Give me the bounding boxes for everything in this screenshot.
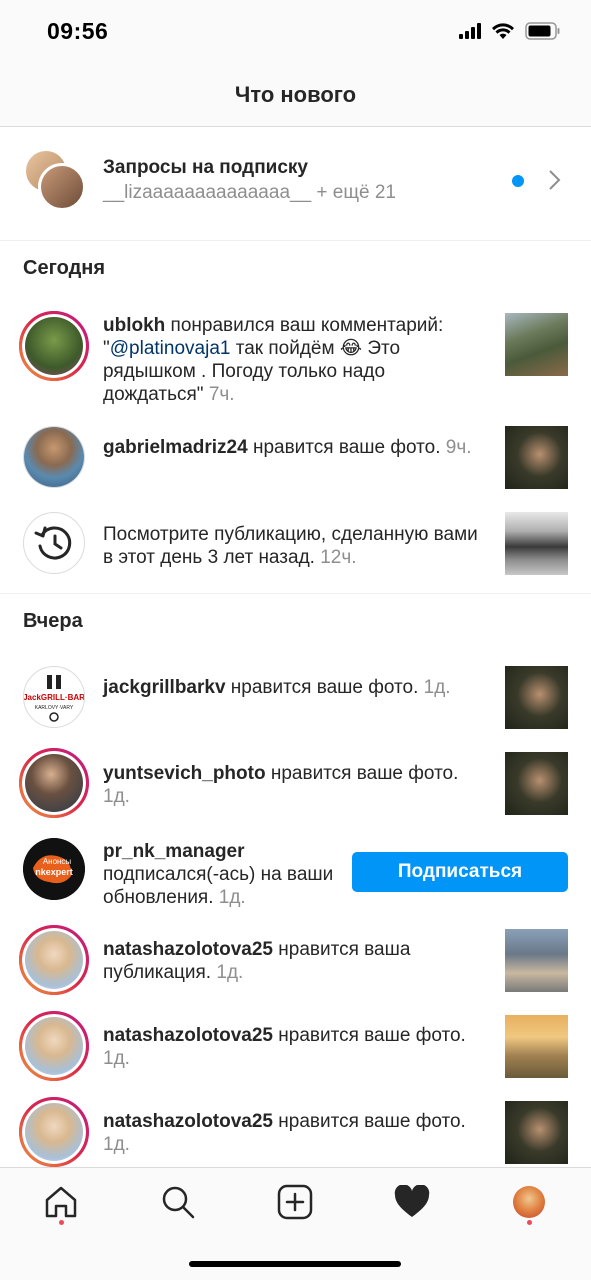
username[interactable]: natashazolotova25 — [103, 1025, 273, 1046]
section-title-today: Сегодня — [23, 257, 106, 279]
tab-new-post[interactable] — [275, 1182, 315, 1222]
unread-dot — [512, 175, 524, 187]
avatar[interactable] — [19, 311, 89, 381]
svg-text:Анонсы: Анонсы — [43, 857, 72, 866]
username[interactable]: ublokh — [103, 315, 165, 336]
follow-button[interactable]: Подписаться — [352, 852, 568, 892]
username[interactable]: natashazolotova25 — [103, 939, 273, 960]
section-title-yesterday: Вчера — [23, 610, 83, 632]
post-thumbnail[interactable] — [505, 929, 568, 992]
notification-text: yuntsevich_photo нравится ваше фото. 1д. — [103, 763, 459, 807]
nav-header: Что нового — [0, 62, 591, 127]
avatar[interactable]: JackGRILL·BAR KARLOVY·VARY — [23, 666, 85, 728]
timestamp: 1д. — [423, 677, 451, 698]
avatar[interactable] — [23, 426, 85, 488]
username[interactable]: jackgrillbarkv — [103, 677, 226, 698]
status-icons — [459, 22, 561, 40]
username[interactable]: natashazolotova25 — [103, 1111, 273, 1132]
follow-requests-subtitle: __lizaaaaaaaaaaaaaa__ + ещё 21 — [103, 182, 396, 203]
notification-text: Посмотрите публикацию, сделанную вами в … — [103, 524, 478, 568]
home-notification-dot — [59, 1220, 64, 1225]
tab-home[interactable] — [41, 1182, 81, 1222]
follow-requests-row[interactable]: Запросы на подписку __lizaaaaaaaaaaaaaa_… — [0, 127, 591, 241]
post-thumbnail[interactable] — [505, 666, 568, 729]
notification-text: natashazolotova25 нравится ваше фото. 1д… — [103, 1025, 466, 1069]
svg-text:nkexpert: nkexpert — [35, 867, 73, 877]
avatar[interactable] — [19, 1011, 89, 1081]
timestamp: 1д. — [103, 786, 130, 807]
jack-grill-logo: JackGRILL·BAR KARLOVY·VARY — [24, 675, 84, 722]
tab-activity[interactable] — [392, 1182, 432, 1222]
avatar[interactable] — [19, 1097, 89, 1167]
home-icon — [45, 1186, 77, 1218]
search-icon — [162, 1186, 195, 1219]
notification-text: gabrielmadriz24 нравится ваше фото. 9ч. — [103, 437, 472, 458]
post-thumbnail[interactable] — [505, 1101, 568, 1164]
notification-text: ublokh понравился ваш комментарий: "@pla… — [103, 315, 444, 405]
post-thumbnail[interactable] — [505, 313, 568, 376]
timestamp: 12ч. — [320, 547, 357, 568]
avatar — [23, 512, 85, 574]
svg-text:JackGRILL·BAR: JackGRILL·BAR — [24, 693, 84, 702]
add-post-icon — [277, 1184, 313, 1220]
timestamp: 9ч. — [445, 437, 472, 458]
post-thumbnail[interactable] — [505, 1015, 568, 1078]
follow-request-avatar-2 — [38, 163, 86, 211]
post-thumbnail[interactable] — [505, 752, 568, 815]
avatar[interactable]: Анонсы nkexpert — [23, 838, 85, 900]
home-indicator — [189, 1261, 401, 1267]
timestamp: 7ч. — [208, 384, 235, 405]
timestamp: 1д. — [216, 962, 244, 983]
tab-search[interactable] — [158, 1182, 198, 1222]
nkexpert-logo: Анонсы nkexpert — [23, 838, 85, 900]
page-title: Что нового — [234, 82, 357, 107]
status-time: 09:56 — [47, 18, 109, 44]
profile-notification-dot — [527, 1220, 532, 1225]
signal-icon — [459, 23, 481, 39]
avatar[interactable] — [19, 748, 89, 818]
divider — [0, 593, 591, 594]
svg-text:KARLOVY·VARY: KARLOVY·VARY — [35, 705, 74, 711]
username[interactable]: yuntsevich_photo — [103, 763, 266, 784]
notification-text: natashazolotova25 нравится ваша публикац… — [103, 939, 411, 983]
avatar[interactable] — [19, 925, 89, 995]
status-bar: 09:56 — [0, 0, 591, 62]
post-thumbnail[interactable] — [505, 426, 568, 489]
notification-text: jackgrillbarkv нравится ваше фото. 1д. — [103, 677, 451, 698]
username[interactable]: pr_nk_manager — [103, 841, 245, 862]
timestamp: 1д. — [218, 887, 246, 908]
chevron-right-icon — [549, 170, 561, 190]
wifi-icon — [492, 23, 514, 39]
notification-text: natashazolotova25 нравится ваше фото. 1д… — [103, 1111, 466, 1155]
post-thumbnail[interactable] — [505, 512, 568, 575]
history-icon — [34, 526, 72, 560]
mention-link[interactable]: @platinovaja1 — [110, 338, 231, 359]
heart-icon — [394, 1185, 430, 1217]
timestamp: 1д. — [103, 1134, 130, 1155]
battery-icon — [525, 22, 560, 40]
profile-avatar — [513, 1186, 545, 1218]
timestamp: 1д. — [103, 1048, 130, 1069]
username[interactable]: gabrielmadriz24 — [103, 437, 248, 458]
follow-requests-title: Запросы на подписку — [103, 157, 308, 178]
notification-text: pr_nk_manager подписался(-ась) на ваши об… — [103, 841, 334, 908]
tab-profile[interactable] — [509, 1182, 549, 1222]
